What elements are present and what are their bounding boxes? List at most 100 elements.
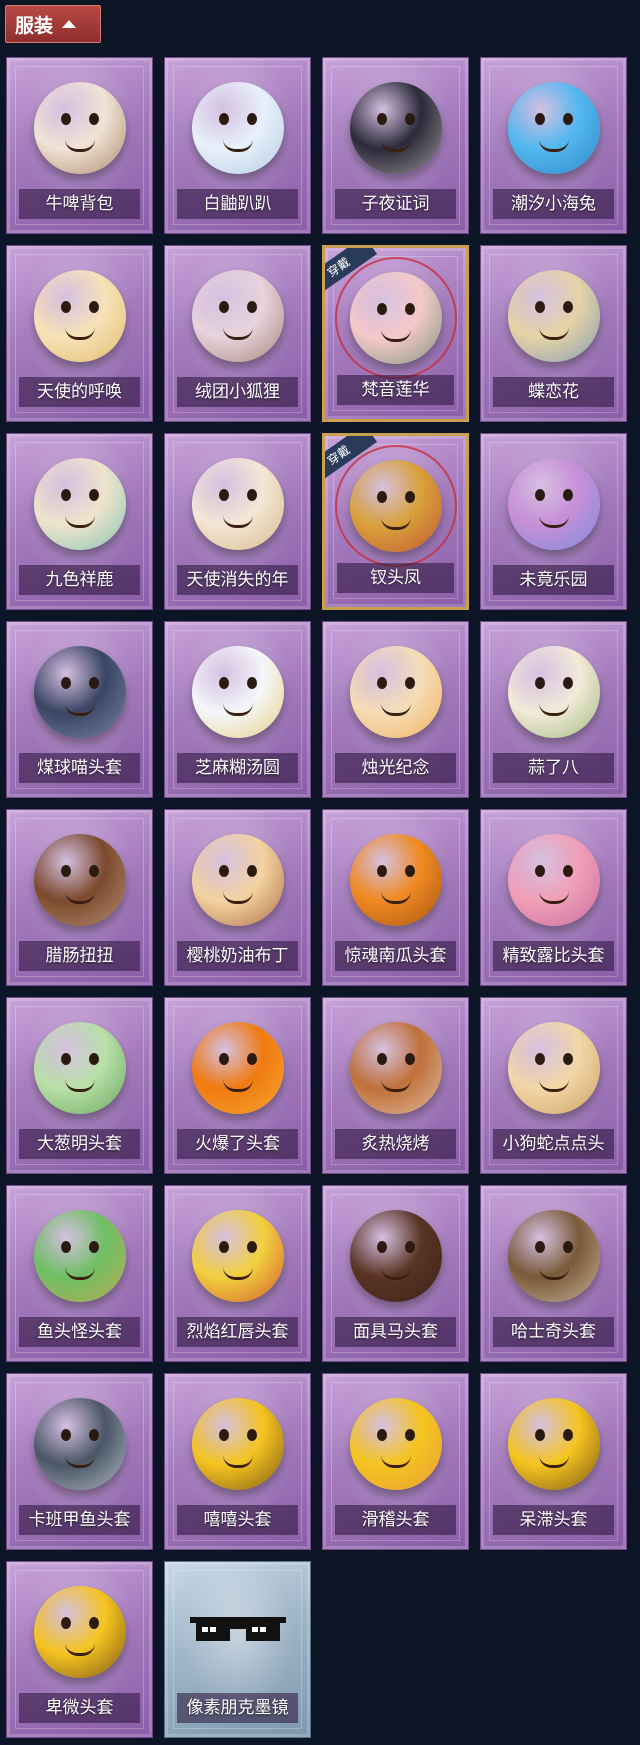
outfit-item-card[interactable]: 嘻嘻头套 [164,1373,311,1550]
outfit-item-image [191,1022,284,1114]
outfit-item-image [507,1398,600,1490]
outfit-item-card[interactable]: 鱼头怪头套 [6,1185,153,1362]
outfit-item-label: 炙热烧烤 [335,1129,456,1159]
chevron-up-icon [62,20,77,28]
outfit-item-label: 小狗蛇点点头 [493,1129,614,1159]
outfit-item-card[interactable]: 樱桃奶油布丁 [164,809,311,986]
outfit-item-label: 天使消失的年 [177,565,298,595]
outfit-item-image [191,646,284,738]
outfit-item-card[interactable]: 大葱明头套 [6,997,153,1174]
outfit-item-card[interactable]: 烛光纪念 [322,621,469,798]
outfit-item-label: 蒜了八 [493,753,614,783]
outfit-item-image [33,458,126,550]
outfit-item-card[interactable]: 火爆了头套 [164,997,311,1174]
outfit-item-label: 腊肠扭扭 [19,941,140,971]
outfit-item-label: 牛啤背包 [19,189,140,219]
outfit-item-image [33,270,126,362]
outfit-item-image [191,1210,284,1302]
outfit-item-image [33,1586,126,1678]
outfit-item-card[interactable]: 蝶恋花 [480,245,627,422]
outfit-item-image [349,1398,442,1490]
outfit-item-label: 钗头凤 [337,563,454,593]
outfit-item-card[interactable]: 惊魂南瓜头套 [322,809,469,986]
outfit-item-card[interactable]: 像素朋克墨镜 [164,1561,311,1738]
outfit-item-card[interactable]: 穿戴 梵音莲华 [322,245,469,422]
outfit-item-card[interactable]: 哈士奇头套 [480,1185,627,1362]
outfit-item-image [191,270,284,362]
outfit-item-label: 天使的呼唤 [19,377,140,407]
outfit-item-image [349,1022,442,1114]
outfit-item-card[interactable]: 子夜证词 [322,57,469,234]
outfit-item-image [33,82,126,174]
outfit-item-card[interactable]: 卡班甲鱼头套 [6,1373,153,1550]
outfit-item-card[interactable]: 精致露比头套 [480,809,627,986]
outfit-item-card[interactable]: 潮汐小海兔 [480,57,627,234]
outfit-item-label: 鱼头怪头套 [19,1317,140,1347]
outfit-item-label: 芝麻糊汤圆 [177,753,298,783]
outfit-item-label: 惊魂南瓜头套 [335,941,456,971]
outfit-item-image [191,834,284,926]
outfit-item-label: 烈焰红唇头套 [177,1317,298,1347]
outfit-item-label: 哈士奇头套 [493,1317,614,1347]
outfit-item-card[interactable]: 呆滞头套 [480,1373,627,1550]
outfit-item-image [33,1398,126,1490]
outfit-item-label: 像素朋克墨镜 [177,1693,298,1723]
outfit-item-image [349,82,442,174]
outfit-item-label: 潮汐小海兔 [493,189,614,219]
outfit-item-image [33,834,126,926]
outfit-item-image [33,646,126,738]
outfit-item-card[interactable]: 滑稽头套 [322,1373,469,1550]
outfit-item-label: 九色祥鹿 [19,565,140,595]
outfit-item-label: 火爆了头套 [177,1129,298,1159]
outfit-item-image [349,1210,442,1302]
category-label: 服装 [15,14,54,37]
outfit-item-label: 嘻嘻头套 [177,1505,298,1535]
outfit-grid: 牛啤背包 白鼬趴趴 子夜证词 潮汐小海兔天使的呼唤 绒团小狐狸 穿戴 梵音莲华 蝶恋花九色祥鹿… [6,57,627,1738]
outfit-item-image [507,646,600,738]
outfit-item-label: 卑微头套 [19,1693,140,1723]
outfit-item-image [33,1210,126,1302]
outfit-item-label: 呆滞头套 [493,1505,614,1535]
worn-highlight-ring [334,445,457,567]
outfit-item-card[interactable]: 面具马头套 [322,1185,469,1362]
outfit-item-image [349,646,442,738]
outfit-item-card[interactable]: 白鼬趴趴 [164,57,311,234]
outfit-item-label: 绒团小狐狸 [177,377,298,407]
worn-highlight-ring [334,257,457,379]
outfit-item-card[interactable]: 牛啤背包 [6,57,153,234]
outfit-item-card[interactable]: 小狗蛇点点头 [480,997,627,1174]
outfit-item-card[interactable]: 烈焰红唇头套 [164,1185,311,1362]
pixel-sunglasses-image [189,1617,286,1641]
outfit-item-image [507,1022,600,1114]
outfit-item-card[interactable]: 卑微头套 [6,1561,153,1738]
outfit-item-image [191,1398,284,1490]
outfit-item-label: 煤球喵头套 [19,753,140,783]
outfit-item-image [507,82,600,174]
outfit-item-card[interactable]: 天使消失的年 [164,433,311,610]
outfit-category-toggle[interactable]: 服装 [5,5,101,43]
outfit-item-image [507,1210,600,1302]
outfit-item-card[interactable]: 天使的呼唤 [6,245,153,422]
outfit-item-label: 樱桃奶油布丁 [177,941,298,971]
outfit-item-card[interactable]: 九色祥鹿 [6,433,153,610]
outfit-item-card[interactable]: 穿戴 钗头凤 [322,433,469,610]
outfit-item-label: 梵音莲华 [337,375,454,405]
outfit-item-card[interactable]: 芝麻糊汤圆 [164,621,311,798]
outfit-item-card[interactable]: 腊肠扭扭 [6,809,153,986]
outfit-item-label: 白鼬趴趴 [177,189,298,219]
outfit-item-card[interactable]: 蒜了八 [480,621,627,798]
outfit-item-card[interactable]: 未竟乐园 [480,433,627,610]
outfit-item-label: 面具马头套 [335,1317,456,1347]
outfit-item-image [507,834,600,926]
outfit-item-label: 子夜证词 [335,189,456,219]
outfit-item-label: 蝶恋花 [493,377,614,407]
outfit-item-image [349,834,442,926]
outfit-item-label: 精致露比头套 [493,941,614,971]
outfit-item-card[interactable]: 绒团小狐狸 [164,245,311,422]
outfit-item-image [33,1022,126,1114]
outfit-item-card[interactable]: 煤球喵头套 [6,621,153,798]
outfit-item-card[interactable]: 炙热烧烤 [322,997,469,1174]
outfit-item-image [507,270,600,362]
outfit-item-image [191,82,284,174]
outfit-item-image [507,458,600,550]
